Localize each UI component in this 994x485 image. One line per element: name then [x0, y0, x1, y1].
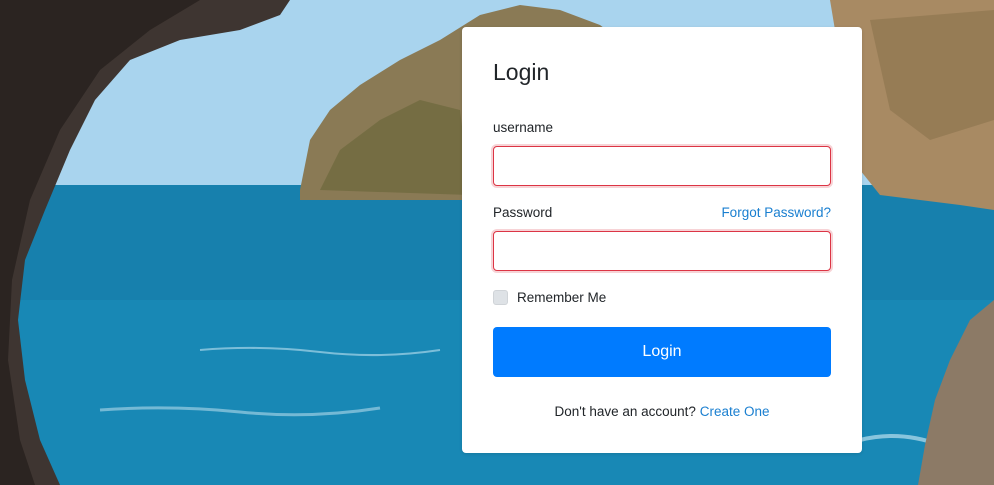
- login-card: Login username Password Forgot Password?…: [462, 27, 862, 453]
- username-label: username: [493, 120, 554, 135]
- password-label: Password: [493, 205, 553, 220]
- signup-prompt: Don't have an account? Create One: [462, 404, 862, 419]
- login-button[interactable]: Login: [493, 327, 831, 377]
- remember-me-label: Remember Me: [517, 290, 607, 305]
- checkbox-box[interactable]: [493, 290, 508, 305]
- forgot-password-link[interactable]: Forgot Password?: [721, 205, 831, 220]
- username-input[interactable]: [493, 146, 831, 186]
- signup-prompt-text: Don't have an account?: [554, 404, 696, 419]
- password-input[interactable]: [493, 231, 831, 271]
- remember-me-checkbox[interactable]: Remember Me: [493, 290, 606, 305]
- create-account-link[interactable]: Create One: [700, 404, 770, 419]
- login-title: Login: [493, 59, 550, 85]
